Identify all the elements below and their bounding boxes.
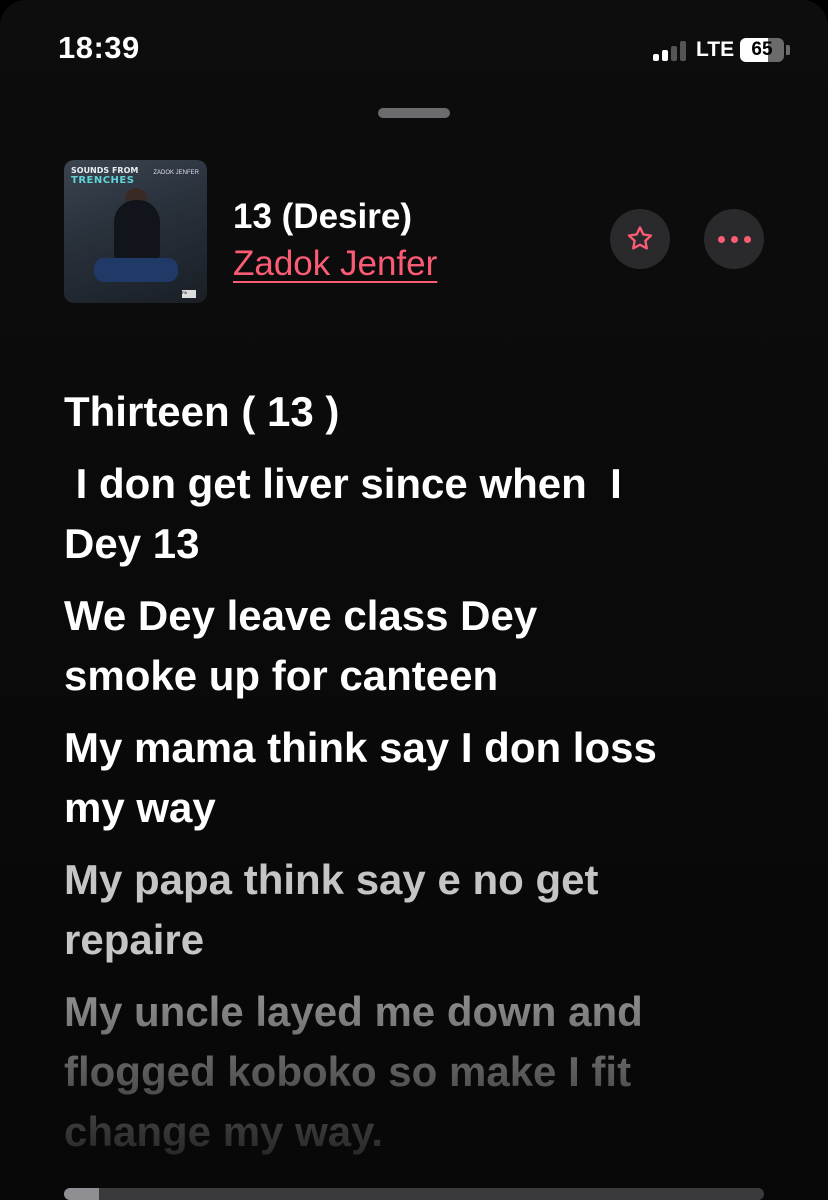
ellipsis-icon — [717, 235, 751, 243]
lyric-line[interactable]: My mama think say I don loss my way — [64, 718, 784, 838]
network-type-label: LTE — [696, 38, 735, 61]
artwork-title-line1: SOUNDS FROM — [71, 166, 139, 175]
lyric-line[interactable]: My uncle layed me down and flogged kobok… — [64, 982, 784, 1162]
star-icon — [627, 226, 653, 250]
cellular-signal-icon — [653, 41, 691, 61]
album-artwork[interactable]: SOUNDS FROM TRENCHES ZADOK JENFER PA — [64, 160, 207, 303]
lyric-line[interactable]: I don get liver since when I Dey 13 — [64, 454, 784, 574]
status-bar: 18:39 LTE 65 — [0, 0, 828, 100]
playback-progress-bar[interactable] — [64, 1188, 764, 1200]
track-title: 13 (Desire) — [233, 197, 412, 236]
lyric-line[interactable]: My papa think say e no get repaire — [64, 850, 784, 970]
artwork-figure-body — [114, 200, 160, 262]
parental-advisory-badge: PA — [182, 290, 196, 298]
playback-progress-fill — [64, 1188, 99, 1200]
artwork-figure-legs — [94, 258, 178, 282]
more-options-button[interactable] — [704, 209, 764, 269]
battery-icon: 65 — [740, 38, 784, 62]
lyrics-view[interactable]: Thirteen ( 13 ) I don get liver since wh… — [64, 382, 784, 1162]
artwork-artist-text: ZADOK JENFER — [153, 170, 199, 176]
battery-percent: 65 — [751, 39, 773, 60]
battery-cap — [786, 45, 790, 55]
status-time: 18:39 — [58, 30, 140, 65]
sheet-grabber-handle[interactable] — [378, 108, 450, 118]
favorite-button[interactable] — [610, 209, 670, 269]
lyric-line[interactable]: Thirteen ( 13 ) — [64, 382, 784, 442]
artist-link[interactable]: Zadok Jenfer — [233, 244, 437, 284]
lyric-line[interactable]: We Dey leave class Dey smoke up for cant… — [64, 586, 784, 706]
artwork-title-line2: TRENCHES — [71, 175, 135, 186]
